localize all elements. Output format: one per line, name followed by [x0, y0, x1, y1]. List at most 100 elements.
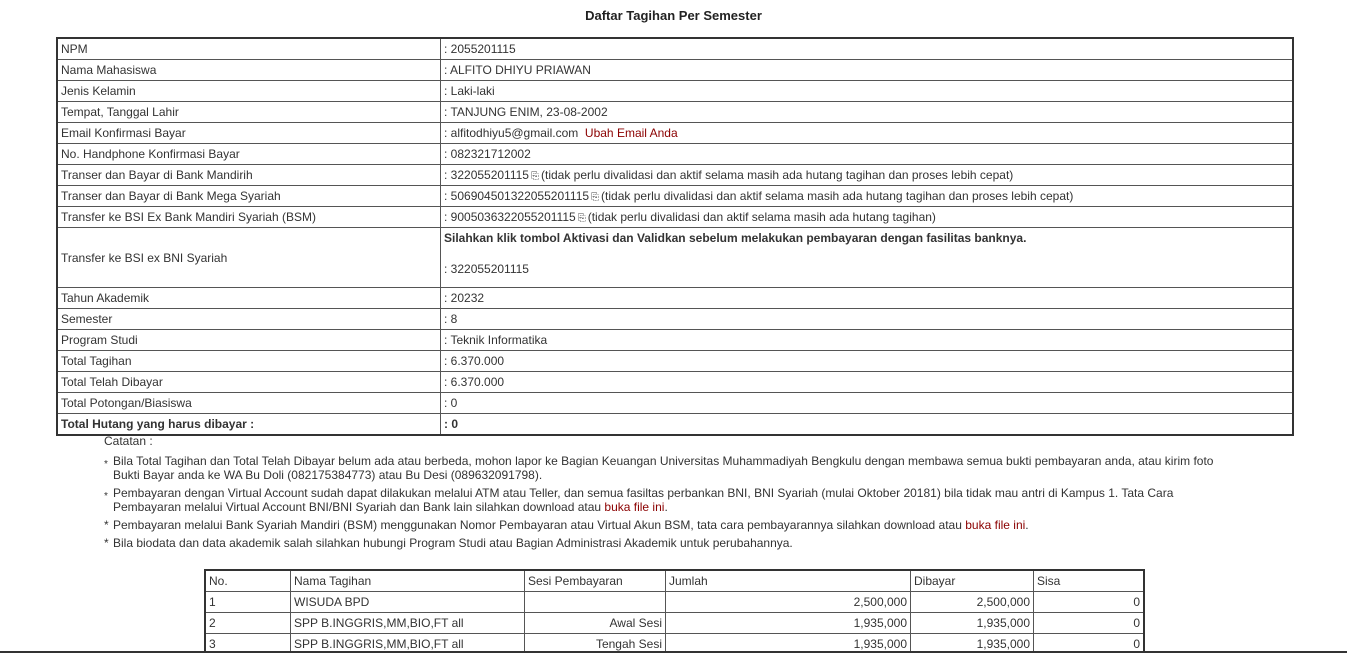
nama-label: Nama Mahasiswa	[56, 59, 441, 81]
cell-nama: WISUDA BPD	[290, 591, 525, 613]
email-value: : alfitodhiyu5@gmail.com	[444, 126, 579, 140]
col-dibayar: Dibayar	[910, 569, 1034, 592]
semester-label: Semester	[56, 308, 441, 330]
copy-icon[interactable]: ⎘	[591, 192, 599, 203]
total-dibayar-value: : 6.370.000	[440, 371, 1294, 393]
col-nama-tagihan: Nama Tagihan	[290, 569, 525, 592]
bullet-star: *	[104, 491, 108, 502]
note-2: Pembayaran dengan Virtual Account sudah …	[113, 486, 1234, 514]
bsm-note: (tidak perlu divalidasi dan aktif selama…	[587, 210, 936, 224]
bni-label: Transfer ke BSI ex BNI Syariah	[56, 227, 441, 288]
hutang-value: : 0	[440, 413, 1294, 436]
row-hp: No. Handphone Konfirmasi Bayar : 0823217…	[56, 143, 1294, 165]
cell-jumlah: 2,500,000	[665, 591, 911, 613]
bullet-star: *	[104, 518, 109, 532]
col-no: No.	[204, 569, 291, 592]
cell-dibayar: 2,500,000	[910, 591, 1034, 613]
mandiri-label: Transer dan Bayar di Bank Mandirih	[56, 164, 441, 186]
row-tahun: Tahun Akademik : 20232	[56, 287, 1294, 309]
tahun-value: : 20232	[440, 287, 1294, 309]
bni-cell: Silahkan klik tombol Aktivasi dan Validk…	[440, 227, 1294, 288]
copy-icon[interactable]: ⎘	[531, 171, 539, 182]
row-mandiri: Transer dan Bayar di Bank Mandirih : 322…	[56, 164, 1294, 186]
jk-value: : Laki-laki	[440, 80, 1294, 102]
bullet-star: *	[104, 459, 108, 470]
hp-label: No. Handphone Konfirmasi Bayar	[56, 143, 441, 165]
npm-label: NPM	[56, 37, 441, 60]
row-mega: Transer dan Bayar di Bank Mega Syariah :…	[56, 185, 1294, 207]
cell-jumlah: 1,935,000	[665, 612, 911, 634]
note-item: * Pembayaran melalui Bank Syariah Mandir…	[104, 518, 1234, 532]
table-row: 2 SPP B.INGGRIS,MM,BIO,FT all Awal Sesi …	[204, 612, 1145, 634]
note-item: * Bila Total Tagihan dan Total Telah Dib…	[104, 454, 1234, 482]
note-2-dot: .	[664, 500, 668, 514]
notes-section: Catatan : * Bila Total Tagihan dan Total…	[104, 434, 1234, 554]
ttl-value: : TANJUNG ENIM, 23-08-2002	[440, 101, 1294, 123]
ttl-label: Tempat, Tanggal Lahir	[56, 101, 441, 123]
row-jenis-kelamin: Jenis Kelamin : Laki-laki	[56, 80, 1294, 102]
bills-table: No. Nama Tagihan Sesi Pembayaran Jumlah …	[204, 569, 1145, 653]
note-3: Pembayaran melalui Bank Syariah Mandiri …	[113, 518, 1234, 532]
bni-value: : 322055201115	[444, 262, 529, 276]
potongan-value: : 0	[440, 392, 1294, 414]
bsm-cell: : 9005036322055201115 ⎘ (tidak perlu dival…	[440, 206, 1294, 228]
note-3-dot: .	[1025, 518, 1029, 532]
semester-value: : 8	[440, 308, 1294, 330]
col-sesi: Sesi Pembayaran	[524, 569, 666, 592]
copy-icon[interactable]: ⎘	[578, 213, 586, 224]
mega-label: Transer dan Bayar di Bank Mega Syariah	[56, 185, 441, 207]
bni-notice: Silahkan klik tombol Aktivasi dan Validk…	[444, 231, 1027, 245]
change-email-link[interactable]: Ubah Email Anda	[585, 126, 678, 140]
bills-header-row: No. Nama Tagihan Sesi Pembayaran Jumlah …	[204, 569, 1145, 592]
row-nama: Nama Mahasiswa : ALFITO DHIYU PRIAWAN	[56, 59, 1294, 81]
download-link-va[interactable]: buka file ini	[604, 500, 664, 514]
download-link-bsm[interactable]: buka file ini	[965, 518, 1025, 532]
note-4: Bila biodata dan data akademik salah sil…	[113, 536, 793, 550]
total-tagihan-value: : 6.370.000	[440, 350, 1294, 372]
row-potongan: Total Potongan/Biasiswa : 0	[56, 392, 1294, 414]
npm-value: : 2055201115	[440, 37, 1294, 60]
cell-nama: SPP B.INGGRIS,MM,BIO,FT all	[290, 612, 525, 634]
total-dibayar-label: Total Telah Dibayar	[56, 371, 441, 393]
cell-no: 2	[204, 612, 291, 634]
page-title: Daftar Tagihan Per Semester	[585, 8, 762, 23]
bsm-label: Transfer ke BSI Ex Bank Mandiri Syariah …	[56, 206, 441, 228]
cell-dibayar: 1,935,000	[910, 612, 1034, 634]
notes-caption: Catatan :	[104, 434, 153, 448]
student-info-table: NPM : 2055201115 Nama Mahasiswa : ALFITO…	[56, 37, 1294, 436]
mandiri-value: : 322055201115	[444, 168, 529, 182]
prodi-label: Program Studi	[56, 329, 441, 351]
email-cell: : alfitodhiyu5@gmail.com Ubah Email Anda	[440, 122, 1294, 144]
note-1: Bila Total Tagihan dan Total Telah Dibay…	[113, 454, 1214, 482]
row-bni: Transfer ke BSI ex BNI Syariah Silahkan …	[56, 227, 1294, 288]
nama-value: : ALFITO DHIYU PRIAWAN	[440, 59, 1294, 81]
row-bsm: Transfer ke BSI Ex Bank Mandiri Syariah …	[56, 206, 1294, 228]
row-total-dibayar: Total Telah Dibayar : 6.370.000	[56, 371, 1294, 393]
total-tagihan-label: Total Tagihan	[56, 350, 441, 372]
row-prodi: Program Studi : Teknik Informatika	[56, 329, 1294, 351]
bullet-star: *	[104, 536, 109, 550]
cell-sesi	[524, 591, 666, 613]
row-total-tagihan: Total Tagihan : 6.370.000	[56, 350, 1294, 372]
note-item: * Pembayaran dengan Virtual Account suda…	[104, 486, 1234, 514]
note-item: * Bila biodata dan data akademik salah s…	[104, 536, 1234, 550]
mega-value: : 506904501322055201115	[444, 189, 590, 203]
tahun-label: Tahun Akademik	[56, 287, 441, 309]
row-npm: NPM : 2055201115	[56, 37, 1294, 60]
email-label: Email Konfirmasi Bayar	[56, 122, 441, 144]
prodi-value: : Teknik Informatika	[440, 329, 1294, 351]
row-email: Email Konfirmasi Bayar : alfitodhiyu5@gm…	[56, 122, 1294, 144]
bsm-value: : 9005036322055201115	[444, 210, 576, 224]
col-sisa: Sisa	[1033, 569, 1145, 592]
row-semester: Semester : 8	[56, 308, 1294, 330]
potongan-label: Total Potongan/Biasiswa	[56, 392, 441, 414]
cell-sisa: 0	[1033, 612, 1145, 634]
table-row: 1 WISUDA BPD 2,500,000 2,500,000 0	[204, 591, 1145, 613]
mega-note: (tidak perlu divalidasi dan aktif selama…	[601, 189, 1074, 203]
hutang-label: Total Hutang yang harus dibayar :	[56, 413, 441, 436]
page: Daftar Tagihan Per Semester NPM : 205520…	[0, 0, 1347, 653]
cell-no: 1	[204, 591, 291, 613]
mega-cell: : 506904501322055201115 ⎘ (tidak perlu div…	[440, 185, 1294, 207]
mandiri-cell: : 322055201115 ⎘ (tidak perlu divalidasi d…	[440, 164, 1294, 186]
cell-sesi: Awal Sesi	[524, 612, 666, 634]
